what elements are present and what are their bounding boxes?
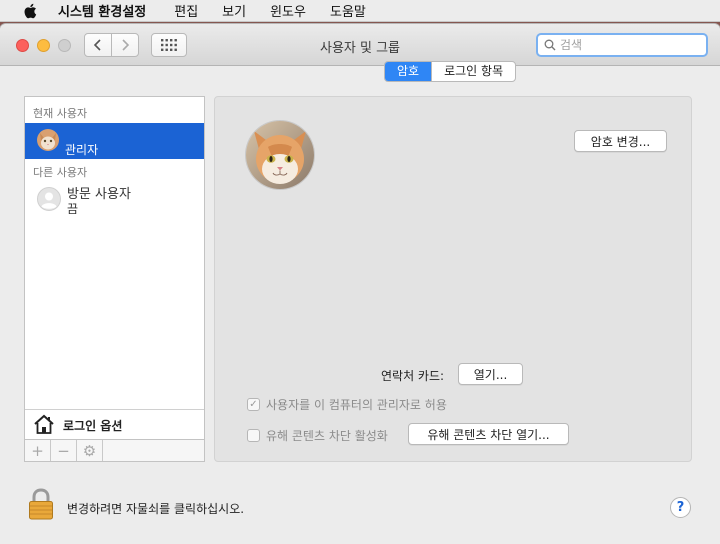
user-item-guest[interactable]: 방문 사용자 끔 [25, 179, 204, 217]
other-users-section-label: 다른 사용자 [33, 166, 88, 179]
parental-controls-row: 유해 콘텐츠 차단 활성화 [247, 427, 388, 444]
lock-icon[interactable] [28, 488, 54, 520]
allow-admin-row: ✓ 사용자를 이 컴퓨터의 관리자로 허용 [247, 396, 447, 413]
guest-user-status: 끔 [67, 202, 79, 216]
chevron-right-icon [122, 39, 130, 51]
allow-admin-checkbox[interactable]: ✓ [247, 398, 260, 411]
preferences-window: 사용자 및 그룹 현재 사용자 [0, 24, 720, 544]
open-parental-controls-button[interactable]: 유해 콘텐츠 차단 열기... [408, 423, 569, 445]
menu-view[interactable]: 보기 [222, 1, 246, 20]
parental-controls-label: 유해 콘텐츠 차단 활성화 [266, 429, 388, 443]
user-item-admin[interactable]: 관리자 [25, 123, 204, 159]
menu-app-name[interactable]: 시스템 환경설정 [58, 1, 146, 20]
login-options-label: 로그인 옵션 [63, 419, 123, 433]
close-button[interactable] [16, 39, 29, 52]
menu-bar: 시스템 환경설정 편집 보기 윈도우 도움말 [0, 0, 720, 22]
open-contact-card-button[interactable]: 열기... [458, 363, 523, 385]
tab-group: 암호 로그인 항목 [384, 61, 517, 82]
minimize-button[interactable] [37, 39, 50, 52]
back-button[interactable] [84, 33, 112, 57]
allow-admin-label: 사용자를 이 컴퓨터의 관리자로 허용 [266, 398, 447, 412]
sidebar-toolbar: + − ⚙ [25, 439, 204, 461]
login-options-item[interactable]: 로그인 옵션 [25, 409, 204, 439]
current-user-section-label: 현재 사용자 [33, 107, 88, 120]
search-icon [544, 39, 556, 51]
search-field[interactable] [536, 33, 708, 57]
show-all-button[interactable] [151, 33, 187, 57]
avatar-admin [37, 129, 59, 151]
user-list: 현재 사용자 관리자 다른 사용자 방문 사용자 끔 로그인 옵션 + − ⚙ [24, 96, 205, 462]
user-actions-gear-button[interactable]: ⚙ [77, 440, 103, 461]
contact-card-label: 연락처 카드: [381, 369, 445, 383]
lock-message: 변경하려면 자물쇠를 클릭하십시오. [67, 502, 245, 516]
menu-window[interactable]: 윈도우 [270, 1, 306, 20]
title-bar: 사용자 및 그룹 [0, 24, 720, 66]
help-button[interactable]: ? [670, 497, 691, 518]
parental-controls-checkbox[interactable] [247, 429, 260, 442]
menu-edit[interactable]: 편집 [174, 1, 198, 20]
add-user-button[interactable]: + [25, 440, 51, 461]
apple-icon[interactable] [22, 2, 40, 20]
guest-avatar-icon [37, 187, 61, 211]
forward-button[interactable] [111, 33, 139, 57]
tab-password[interactable]: 암호 [385, 62, 432, 81]
house-icon [34, 414, 54, 434]
chevron-left-icon [93, 39, 101, 51]
user-name-admin: 관리자 [65, 143, 99, 157]
menu-help[interactable]: 도움말 [330, 1, 366, 20]
user-avatar[interactable] [246, 121, 314, 189]
remove-user-button[interactable]: − [51, 440, 77, 461]
tab-login-items[interactable]: 로그인 항목 [431, 62, 515, 81]
grid-icon [161, 39, 177, 51]
zoom-button[interactable] [58, 39, 71, 52]
change-password-button[interactable]: 암호 변경... [574, 130, 667, 152]
search-input[interactable] [560, 38, 700, 52]
